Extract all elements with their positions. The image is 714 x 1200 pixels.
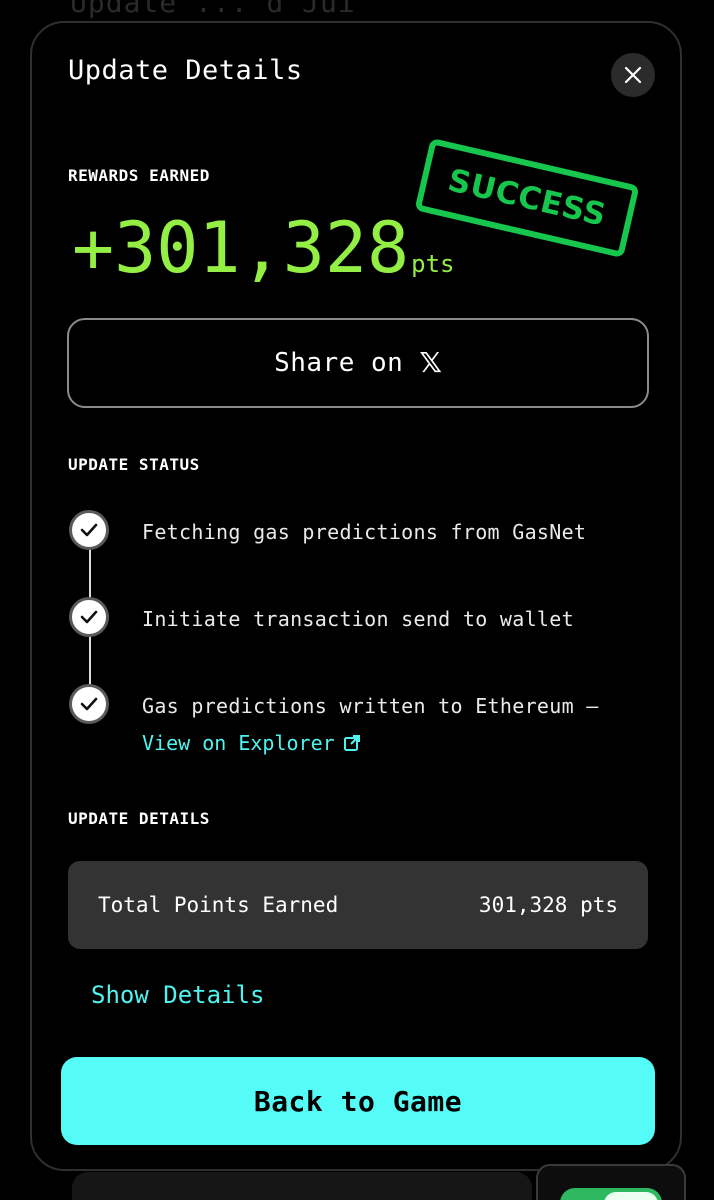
total-points-value: 301,328 pts [478, 893, 618, 917]
check-icon [69, 597, 109, 637]
update-status-label: UPDATE STATUS [68, 455, 200, 474]
status-step-2: Initiate transaction send to wallet [142, 607, 574, 631]
status-step-3: Gas predictions written to Ethereum — [142, 694, 599, 718]
rewards-points: +301,328pts [72, 213, 455, 283]
background-card [72, 1172, 532, 1200]
check-icon [69, 510, 109, 550]
success-stamp-text: SUCCESS [444, 162, 610, 234]
modal-title: Update Details [68, 55, 303, 86]
close-button[interactable] [611, 53, 655, 97]
rewards-unit: pts [411, 250, 455, 278]
back-to-game-button[interactable]: Back to Game [61, 1057, 655, 1145]
view-on-explorer-link[interactable]: View on Explorer [142, 731, 361, 755]
check-icon [69, 684, 109, 724]
status-step-1: Fetching gas predictions from GasNet [142, 520, 587, 544]
share-on-x-button[interactable]: Share on 𝕏 [67, 318, 649, 408]
external-link-icon [343, 735, 360, 751]
update-details-modal: Update Details REWARDS EARNED SUCCESS +3… [30, 21, 682, 1171]
total-points-label: Total Points Earned [98, 893, 339, 917]
x-logo-icon: 𝕏 [419, 346, 442, 379]
rewards-value: +301,328 [72, 207, 410, 289]
background-partial-text: Update ... d Jui [70, 0, 356, 19]
share-label: Share on [274, 348, 404, 378]
toggle-knob [604, 1192, 658, 1200]
back-to-game-label: Back to Game [253, 1084, 463, 1118]
explorer-link-label: View on Explorer [142, 731, 335, 755]
show-details-link[interactable]: Show Details [91, 981, 264, 1009]
close-icon [624, 66, 642, 84]
rewards-earned-label: REWARDS EARNED [68, 166, 210, 185]
update-details-label: UPDATE DETAILS [68, 809, 210, 828]
total-points-card: Total Points Earned 301,328 pts [68, 861, 648, 949]
